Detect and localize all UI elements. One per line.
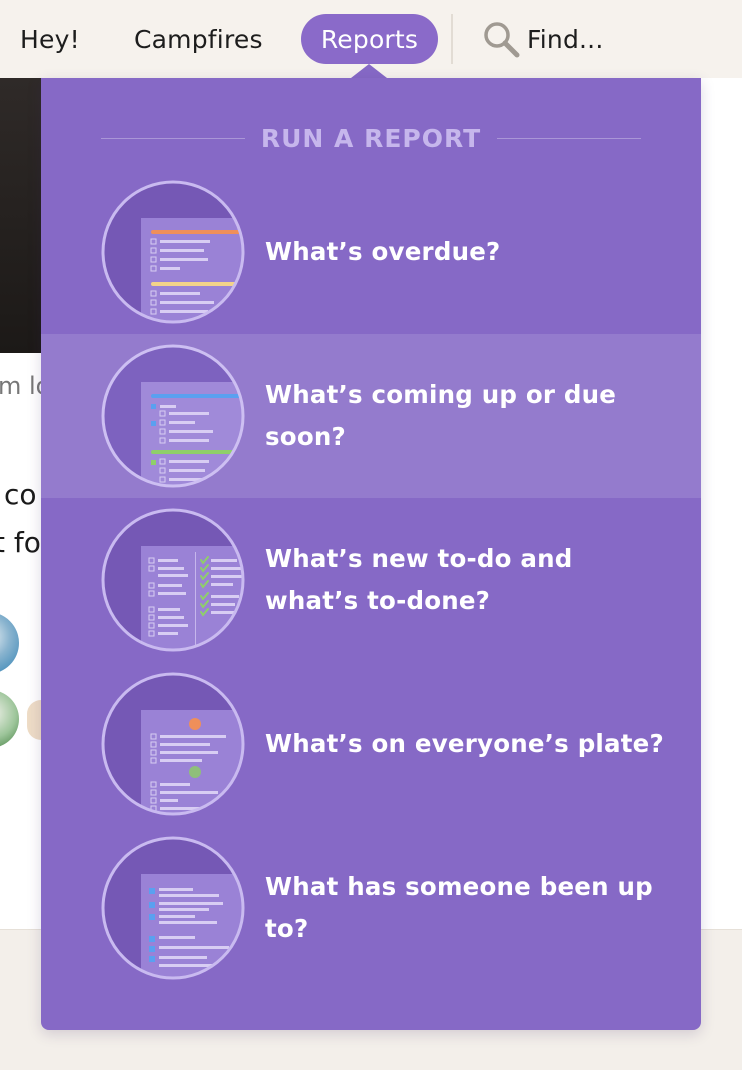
report-coming-up[interactable]: What’s coming up or due soon? bbox=[41, 334, 701, 498]
nav-divider bbox=[451, 14, 453, 64]
heading-rule bbox=[497, 137, 642, 139]
search-icon bbox=[484, 22, 520, 58]
report-todo-done-label: What’s new to-do and what’s to-done? bbox=[265, 544, 573, 615]
everyone-plate-report-icon bbox=[101, 672, 245, 816]
heading-rule bbox=[101, 137, 245, 139]
avatar bbox=[27, 700, 41, 740]
someone-activity-report-icon bbox=[101, 836, 245, 980]
upcoming-report-icon bbox=[101, 344, 245, 488]
report-someone-activity-label: What has someone been up to? bbox=[265, 872, 653, 943]
dropdown-caret bbox=[351, 64, 387, 78]
report-coming-up-label: What’s coming up or due soon? bbox=[265, 380, 617, 451]
background-text-line: t fo bbox=[0, 526, 41, 559]
find-label: Find... bbox=[527, 24, 604, 54]
report-everyone-plate[interactable]: What’s on everyone’s plate? bbox=[41, 662, 701, 826]
reports-dropdown: RUN A REPORT What’s overdue? What’s comi… bbox=[41, 78, 701, 1030]
nav-hey[interactable]: Hey! bbox=[20, 14, 80, 64]
report-todo-done[interactable]: What’s new to-do and what’s to-done? bbox=[41, 498, 701, 662]
background-photo bbox=[0, 78, 41, 353]
report-someone-activity[interactable]: What has someone been up to? bbox=[41, 826, 701, 990]
report-overdue-label: What’s overdue? bbox=[265, 237, 501, 266]
todo-done-report-icon bbox=[101, 508, 245, 652]
dropdown-heading-text: RUN A REPORT bbox=[260, 123, 482, 153]
report-overdue[interactable]: What’s overdue? bbox=[41, 170, 701, 334]
overdue-report-icon bbox=[101, 180, 245, 324]
background-text-line: co bbox=[4, 478, 37, 511]
nav-reports[interactable]: Reports bbox=[301, 14, 438, 64]
dropdown-heading: RUN A REPORT bbox=[101, 120, 642, 156]
report-everyone-plate-label: What’s on everyone’s plate? bbox=[265, 729, 664, 758]
nav-find[interactable]: Find... bbox=[481, 14, 603, 64]
nav-campfires[interactable]: Campfires bbox=[134, 14, 263, 64]
